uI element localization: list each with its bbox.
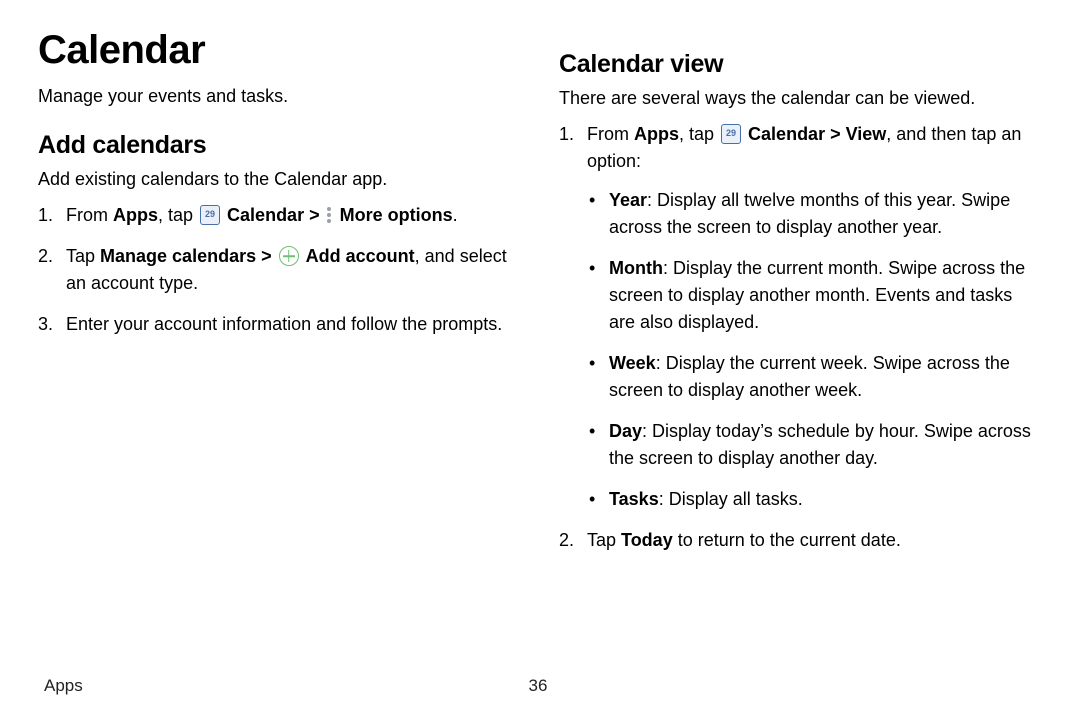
add-calendars-heading: Add calendars bbox=[38, 131, 511, 160]
option-week: Week: Display the current week. Swipe ac… bbox=[587, 350, 1032, 404]
add-icon bbox=[279, 246, 299, 266]
calendar-icon bbox=[721, 124, 741, 144]
page-intro: Manage your events and tasks. bbox=[38, 83, 511, 109]
text: : Display today’s schedule by hour. Swip… bbox=[609, 421, 1031, 468]
step-1: From Apps, tap Calendar > More options. bbox=[38, 202, 511, 229]
calendar-label: Calendar bbox=[227, 205, 304, 225]
more-options-label: More options bbox=[340, 205, 453, 225]
chevron: > bbox=[304, 205, 325, 225]
more-options-icon bbox=[327, 207, 333, 223]
text: Tap bbox=[587, 530, 621, 550]
text: : Display all twelve months of this year… bbox=[609, 190, 1010, 237]
calendar-icon bbox=[200, 205, 220, 225]
add-calendars-desc: Add existing calendars to the Calendar a… bbox=[38, 166, 511, 192]
chevron: > bbox=[256, 246, 277, 266]
text: , tap bbox=[679, 124, 719, 144]
view-step-2: Tap Today to return to the current date. bbox=[559, 527, 1032, 554]
today-label: Today bbox=[621, 530, 673, 550]
label: Day bbox=[609, 421, 642, 441]
step-2: Tap Manage calendars > Add account, and … bbox=[38, 243, 511, 297]
add-calendars-steps: From Apps, tap Calendar > More options. … bbox=[38, 202, 511, 338]
right-column: Calendar view There are several ways the… bbox=[559, 28, 1032, 568]
text: Tap bbox=[66, 246, 100, 266]
page-footer: Apps 36 bbox=[44, 676, 1032, 696]
chevron: > bbox=[825, 124, 846, 144]
step-3: Enter your account information and follo… bbox=[38, 311, 511, 338]
view-label: View bbox=[846, 124, 887, 144]
left-column: Calendar Manage your events and tasks. A… bbox=[38, 28, 511, 568]
label: Tasks bbox=[609, 489, 659, 509]
manage-calendars-label: Manage calendars bbox=[100, 246, 256, 266]
label: Year bbox=[609, 190, 647, 210]
calendar-view-steps: From Apps, tap Calendar > View, and then… bbox=[559, 121, 1032, 554]
text: . bbox=[453, 205, 458, 225]
add-account-label: Add account bbox=[306, 246, 415, 266]
text: , tap bbox=[158, 205, 198, 225]
view-step-1: From Apps, tap Calendar > View, and then… bbox=[559, 121, 1032, 513]
two-column-layout: Calendar Manage your events and tasks. A… bbox=[38, 28, 1032, 568]
text: : Display all tasks. bbox=[659, 489, 803, 509]
page-number: 36 bbox=[529, 676, 548, 696]
label: Month bbox=[609, 258, 663, 278]
calendar-view-intro: There are several ways the calendar can … bbox=[559, 85, 1032, 111]
option-year: Year: Display all twelve months of this … bbox=[587, 187, 1032, 241]
text: From bbox=[66, 205, 113, 225]
calendar-view-heading: Calendar view bbox=[559, 50, 1032, 79]
option-day: Day: Display today’s schedule by hour. S… bbox=[587, 418, 1032, 472]
text: : Display the current month. Swipe acros… bbox=[609, 258, 1025, 332]
manual-page: Calendar Manage your events and tasks. A… bbox=[0, 0, 1080, 720]
option-tasks: Tasks: Display all tasks. bbox=[587, 486, 1032, 513]
text: From bbox=[587, 124, 634, 144]
view-options-list: Year: Display all twelve months of this … bbox=[587, 187, 1032, 513]
apps-label: Apps bbox=[113, 205, 158, 225]
text: to return to the current date. bbox=[673, 530, 901, 550]
apps-label: Apps bbox=[634, 124, 679, 144]
footer-section-label: Apps bbox=[44, 676, 83, 695]
option-month: Month: Display the current month. Swipe … bbox=[587, 255, 1032, 336]
page-title: Calendar bbox=[38, 28, 511, 73]
label: Week bbox=[609, 353, 656, 373]
calendar-label: Calendar bbox=[748, 124, 825, 144]
text: : Display the current week. Swipe across… bbox=[609, 353, 1010, 400]
